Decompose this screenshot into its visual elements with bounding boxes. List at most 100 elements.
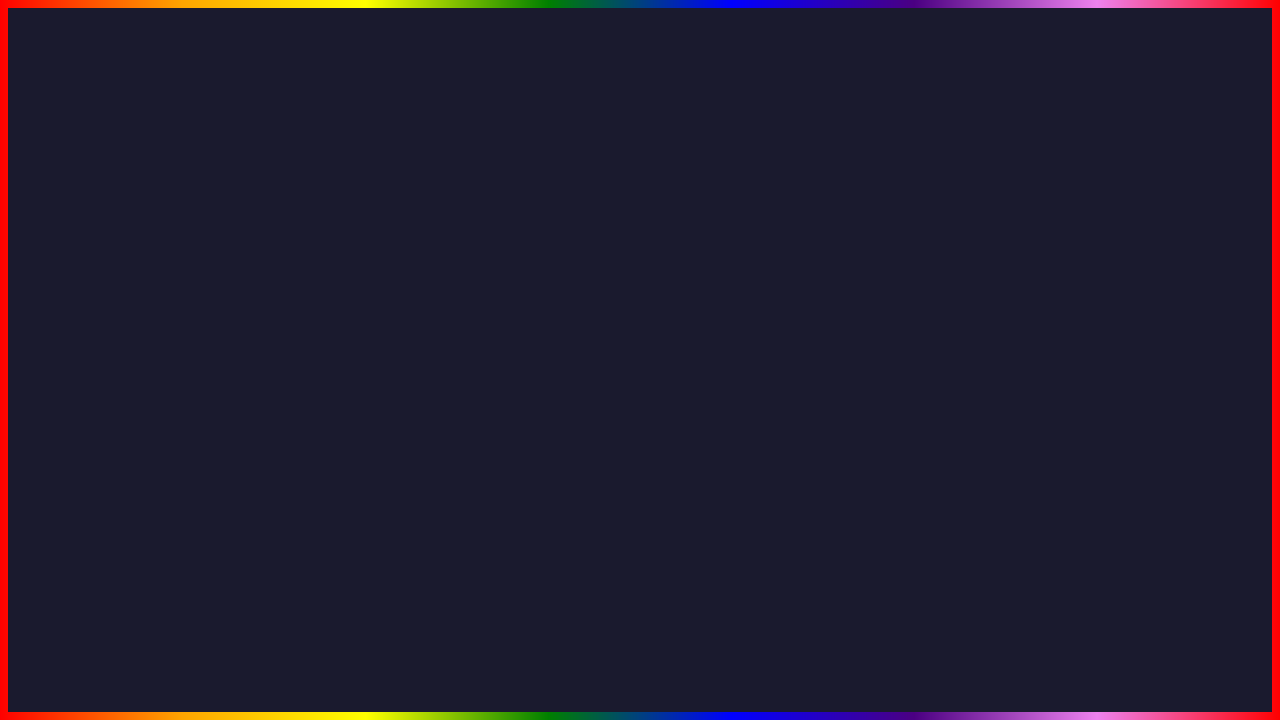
left-auto-rainbow-label: Auto Rainbow Haki (207, 489, 309, 503)
left-auto-rainbow-row[interactable]: Auto Rainbow Haki (205, 482, 515, 511)
right-nav-setting[interactable]: ⚙️ Setting (772, 495, 891, 524)
right-dropdown-field[interactable]: ... ▼ (900, 351, 1210, 375)
left-nav-teleport[interactable]: 📍 Teleport (77, 350, 196, 379)
left-auto-elite-row[interactable]: Auto Elite Hunter (205, 406, 515, 435)
right-nav-stats-label: Stats (802, 328, 829, 342)
left-user-id: #2115 (109, 540, 136, 551)
left-nav-main-label: Main (107, 299, 133, 313)
right-eps-icon: ⚔️ (780, 414, 796, 430)
right-dropdown-options: Magma Human: Buddha Sand (900, 375, 1210, 451)
player-name-0: Kabrotha (1091, 635, 1128, 645)
right-nav-stats[interactable]: 📈 Stats (772, 321, 891, 350)
left-auto-enma-checkbox[interactable] (495, 458, 513, 476)
left-scrollbar-thumb (515, 292, 521, 437)
player-name-2: Holy Crown (1186, 629, 1229, 649)
right-nav-teleport[interactable]: 📍 Teleport (772, 350, 891, 379)
star-right-icon: ✸ (1181, 25, 1240, 107)
left-nav-buy-item[interactable]: 🛒 Buy Item (77, 466, 196, 495)
right-nav-players-label: Players (802, 386, 842, 400)
right-username: Sky (804, 528, 831, 540)
left-auto-rainbow-checkbox[interactable] (495, 487, 513, 505)
left-auto-spawn-row[interactable]: Auto SetSpawnPoint (205, 377, 515, 406)
left-client-row: Client Fps : 60 Ping : 233.504 (4%CV) (205, 321, 515, 342)
right-teleport-icon: 📍 (780, 356, 796, 372)
left-progress-text: Total EliteHunter Progress : 6 (205, 435, 515, 453)
right-auto-raid-checkbox[interactable] (1190, 305, 1208, 323)
devil-fruit-icon: 🍎 (85, 443, 101, 459)
right-user-id: #2115 (804, 540, 831, 551)
left-nav-stats[interactable]: 📈 Stats (77, 321, 196, 350)
right-nav-buy-label: Buy Item (802, 473, 849, 487)
home-icon: 🏠 (85, 298, 101, 314)
right-nav-main-label: Main (802, 299, 828, 313)
right-select-raid-label: Select Raid (900, 329, 1210, 347)
left-nav-eps-raid[interactable]: ⚔️ EPS-Raid (77, 408, 196, 437)
left-hub-name: MUKURO HUB (85, 266, 168, 280)
left-server-time-label: Server Time (205, 303, 270, 317)
player-avatar-2 (1193, 606, 1223, 629)
left-nav-devil-fruit[interactable]: 🍎 DevilFruit (77, 437, 196, 466)
buy-item-icon: 🛒 (85, 472, 101, 488)
left-nav-sidebar: 🏠 Main 📈 Stats 📍 Teleport 👤 Players ⚔️ E… (77, 292, 197, 533)
setting-icon: ⚙️ (85, 501, 101, 517)
left-auto-spawn-checkbox[interactable] (495, 382, 513, 400)
player-avatar-1 (1144, 610, 1174, 635)
right-option-sand[interactable]: Sand (901, 425, 1209, 450)
left-auto-spawn-label: Auto SetSpawnPoint (207, 384, 317, 398)
right-dropdown-value: ... (909, 356, 919, 370)
right-panel-content: Auto Raid Select Raid ... ▼ Magma Human:… (892, 292, 1218, 533)
players-icon: 👤 (85, 385, 101, 401)
right-players-icon: 👤 (780, 385, 796, 401)
right-nav-devil[interactable]: 🍎 DevilFruit (772, 437, 891, 466)
left-server-time-row: Server Time Hour : 0 Minute : 10 Second … (205, 300, 515, 321)
right-nav-buy-item[interactable]: 🛒 Buy Item (772, 466, 891, 495)
left-nav-setting[interactable]: ⚙️ Setting (77, 495, 196, 524)
right-option-magma[interactable]: Magma (901, 375, 1209, 400)
player-bar: Kabrotha Soul Cake Holy Crown (1087, 605, 1230, 650)
right-auto-raid-label: Auto Raid (902, 307, 955, 321)
left-auto-elite-label: Auto Elite Hunter (207, 413, 298, 427)
left-auto-elite-checkbox[interactable] (495, 411, 513, 429)
left-nav-main[interactable]: 🏠 Main (77, 292, 196, 321)
player-thumb-1: Soul Cake (1136, 605, 1181, 650)
right-nav-sidebar: 🏠 Main 📈 Stats 📍 Teleport 👤 Players ⚔️ E… (772, 292, 892, 533)
left-auto-farm-checkbox[interactable]: ✓ (495, 353, 513, 371)
right-auto-raid-row[interactable]: Auto Raid (900, 300, 1210, 329)
left-auto-farm-row[interactable]: Auto Farm Level ✓ (205, 348, 515, 377)
left-auto-farm-label: Auto Farm Level (207, 355, 295, 369)
right-raid-dropdown[interactable]: ... ▼ Magma Human: Buddha Sand (900, 351, 1210, 375)
left-user-avatar: 🌤 (85, 530, 105, 550)
right-stats-icon: 📈 (780, 327, 796, 343)
right-home-icon: 🏠 (780, 298, 796, 314)
right-option-buddha[interactable]: Human: Buddha (901, 400, 1209, 425)
right-scrollbar[interactable] (1210, 292, 1216, 533)
star-left-icon: ✸ (40, 25, 99, 107)
right-section-name: EPS-Raid (970, 266, 1024, 280)
chevron-down-icon: ▼ (1189, 356, 1201, 370)
left-auto-enma-row[interactable]: Auto Enma/Yama (205, 453, 515, 482)
right-time-label: TIME | 13:36:54 (1131, 267, 1211, 279)
left-scrollbar[interactable] (515, 292, 521, 533)
right-nav-eps-label: EPS-Raid (802, 415, 855, 429)
left-client-label: Client (205, 324, 236, 338)
right-nav-teleport-label: Teleport (802, 357, 845, 371)
left-panel-header: MUKURO HUB Main TIME | 13:36:49 (77, 262, 523, 285)
right-nav-setting-label: Setting (802, 502, 839, 516)
player-thumb-0: Kabrotha (1087, 605, 1132, 650)
left-nav-buy-label: Buy Item (107, 473, 154, 487)
right-nav-players[interactable]: 👤 Players (772, 379, 891, 408)
left-auto-obs-checkbox[interactable] (495, 516, 513, 533)
left-nav-players[interactable]: 👤 Players (77, 379, 196, 408)
player-avatar-0 (1095, 610, 1125, 635)
eps-raid-icon: ⚔️ (85, 414, 101, 430)
left-username: Sky (109, 528, 136, 540)
right-nav-main[interactable]: 🏠 Main (772, 292, 891, 321)
teleport-icon: 📍 (85, 356, 101, 372)
left-time-label: TIME | 13:36:49 (435, 267, 515, 279)
right-user-info: 🌤 Sky #2115 (772, 524, 891, 555)
left-server-time-value: Hour : 0 Minute : 10 Second : 52 (342, 303, 515, 317)
left-auto-obs-row[interactable]: Auto Observation V2 (205, 511, 515, 533)
right-hub-name: MUKURO HUB (780, 266, 863, 280)
right-buy-icon: 🛒 (780, 472, 796, 488)
right-nav-eps-raid[interactable]: ⚔️ EPS-Raid (772, 408, 891, 437)
